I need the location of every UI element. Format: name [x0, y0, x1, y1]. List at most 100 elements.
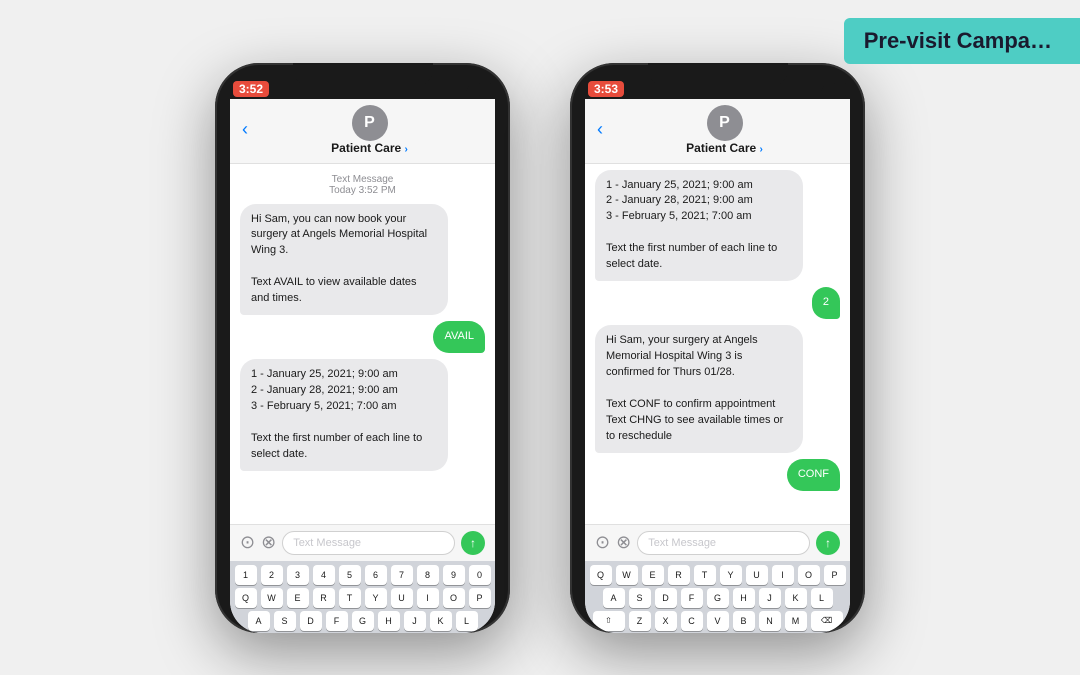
kb-key[interactable]: Z	[629, 611, 651, 631]
kb-key[interactable]: Q	[590, 565, 612, 585]
appstore-icon-2[interactable]: ⊗	[616, 532, 631, 553]
phones-container: 3:52 ▲ ▮ ‹ P	[0, 0, 1080, 675]
phone-screen-2: ‹ P Patient Care › 1 - January 25, 2021;…	[585, 99, 850, 633]
kb-key[interactable]: 9	[443, 565, 465, 585]
msg-bubble-outgoing-2: 2	[812, 287, 840, 319]
kb-key[interactable]: E	[642, 565, 664, 585]
send-button-2[interactable]: ↑	[816, 531, 840, 555]
kb-key[interactable]: 0	[469, 565, 491, 585]
kb-delete-key[interactable]: ⌫	[811, 611, 843, 631]
kb-key[interactable]: J	[759, 588, 781, 608]
imessage-header-2: ‹ P Patient Care ›	[585, 99, 850, 164]
contact-chevron-1: ›	[405, 144, 408, 155]
msg-bubble-incoming-confirm: Hi Sam, your surgery at Angels Memorial …	[595, 325, 803, 453]
kb-key[interactable]: A	[603, 588, 625, 608]
kb-key[interactable]: J	[404, 611, 426, 631]
kb-key[interactable]: 7	[391, 565, 413, 585]
kb-key[interactable]: 5	[339, 565, 361, 585]
kb-key[interactable]: K	[430, 611, 452, 631]
kb-key[interactable]: L	[456, 611, 478, 631]
kb-key[interactable]: I	[772, 565, 794, 585]
kb-key[interactable]: T	[694, 565, 716, 585]
contact-name-2[interactable]: Patient Care ›	[686, 141, 763, 155]
kb-key[interactable]: Y	[720, 565, 742, 585]
kb-key[interactable]: D	[655, 588, 677, 608]
kb-key[interactable]: E	[287, 588, 309, 608]
kb-shift-key[interactable]: ⇧	[593, 611, 625, 631]
keyboard-1: 1 2 3 4 5 6 7 8 9 0 Q W E R T Y	[230, 561, 495, 633]
kb-key[interactable]: O	[443, 588, 465, 608]
msg-bubble-partial-top: 1 - January 25, 2021; 9:00 am 2 - Januar…	[595, 170, 803, 282]
kb-key[interactable]: K	[785, 588, 807, 608]
status-icons-1: ▲ ▮	[445, 82, 492, 97]
kb-key[interactable]: H	[378, 611, 400, 631]
kb-key[interactable]: V	[707, 611, 729, 631]
kb-key[interactable]: G	[707, 588, 729, 608]
input-bar-2: ⊙ ⊗ Text Message ↑	[585, 524, 850, 561]
kb-row-p2-2: A S D F G H J K L	[589, 588, 846, 608]
kb-key[interactable]: O	[798, 565, 820, 585]
phone-screen-1: ‹ P Patient Care › Text Message Today 3:…	[230, 99, 495, 633]
status-icons-2: ▲ ▮	[800, 82, 847, 97]
kb-key[interactable]: B	[733, 611, 755, 631]
back-arrow-1[interactable]: ‹	[242, 119, 248, 140]
kb-key[interactable]: P	[824, 565, 846, 585]
text-input-1[interactable]: Text Message	[282, 531, 455, 555]
kb-key[interactable]: D	[300, 611, 322, 631]
kb-key[interactable]: U	[391, 588, 413, 608]
kb-key[interactable]: R	[313, 588, 335, 608]
kb-key[interactable]: S	[629, 588, 651, 608]
avatar-2: P	[707, 105, 743, 141]
camera-icon-2[interactable]: ⊙	[595, 532, 610, 553]
kb-key[interactable]: G	[352, 611, 374, 631]
kb-key[interactable]: F	[681, 588, 703, 608]
kb-key[interactable]: 4	[313, 565, 335, 585]
kb-row-1: 1 2 3 4 5 6 7 8 9 0	[234, 565, 491, 585]
kb-key[interactable]: S	[274, 611, 296, 631]
kb-key[interactable]: W	[261, 588, 283, 608]
kb-key[interactable]: 3	[287, 565, 309, 585]
kb-key[interactable]: Y	[365, 588, 387, 608]
keyboard-2: Q W E R T Y U I O P A S D F G H	[585, 561, 850, 633]
kb-key[interactable]: I	[417, 588, 439, 608]
kb-key[interactable]: T	[339, 588, 361, 608]
send-button-1[interactable]: ↑	[461, 531, 485, 555]
kb-key[interactable]: 2	[261, 565, 283, 585]
wifi-icon: ▲	[464, 83, 475, 95]
kb-row-p2-1: Q W E R T Y U I O P	[589, 565, 846, 585]
kb-row-p2-3: ⇧ Z X C V B N M ⌫	[589, 611, 846, 631]
kb-key[interactable]: Q	[235, 588, 257, 608]
kb-key[interactable]: 1	[235, 565, 257, 585]
back-arrow-2[interactable]: ‹	[597, 119, 603, 140]
kb-key[interactable]: 8	[417, 565, 439, 585]
signal-bar	[800, 90, 803, 94]
contact-info-1: Patient Care ›	[331, 141, 408, 155]
contact-info-2: Patient Care ›	[686, 141, 763, 155]
kb-key[interactable]: 6	[365, 565, 387, 585]
kb-key[interactable]: U	[746, 565, 768, 585]
kb-key[interactable]: F	[326, 611, 348, 631]
avatar-1: P	[352, 105, 388, 141]
kb-key[interactable]: W	[616, 565, 638, 585]
messages-area-2: 1 - January 25, 2021; 9:00 am 2 - Januar…	[585, 164, 850, 524]
text-input-2[interactable]: Text Message	[637, 531, 810, 555]
kb-key[interactable]: P	[469, 588, 491, 608]
kb-key[interactable]: H	[733, 588, 755, 608]
kb-key[interactable]: X	[655, 611, 677, 631]
kb-key[interactable]: N	[759, 611, 781, 631]
appstore-icon-1[interactable]: ⊗	[261, 532, 276, 553]
contact-name-1[interactable]: Patient Care ›	[331, 141, 408, 155]
phone-2: 3:53 ▲ ▮ ‹ P	[570, 63, 865, 633]
kb-key[interactable]: C	[681, 611, 703, 631]
kb-key[interactable]: L	[811, 588, 833, 608]
kb-key[interactable]: M	[785, 611, 807, 631]
msg-bubble-outgoing-conf: CONF	[787, 459, 840, 491]
signal-bar	[804, 88, 807, 94]
camera-icon-1[interactable]: ⊙	[240, 532, 255, 553]
contact-chevron-2: ›	[760, 144, 763, 155]
kb-key[interactable]: R	[668, 565, 690, 585]
kb-key[interactable]: A	[248, 611, 270, 631]
kb-row-3: A S D F G H J K L	[234, 611, 491, 631]
notch-1	[293, 63, 433, 87]
kb-row-2: Q W E R T Y U I O P	[234, 588, 491, 608]
